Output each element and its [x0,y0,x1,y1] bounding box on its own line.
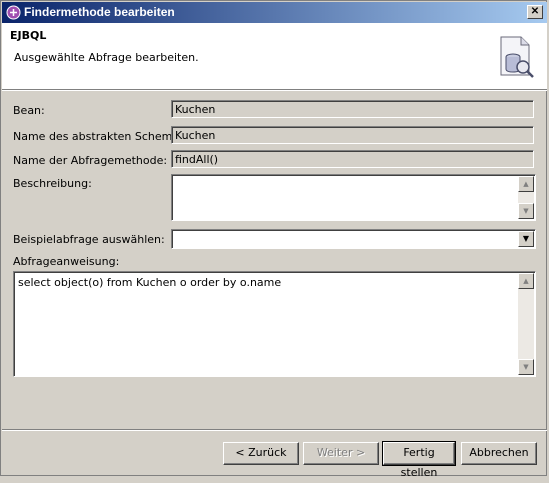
statement-textarea[interactable]: select object(o) from Kuchen o order by … [13,271,536,377]
back-button[interactable]: < Zurück [223,442,299,465]
wizard-app-icon [6,5,21,20]
method-field: findAll() [171,150,534,168]
sample-query-combo[interactable]: ▼ [171,229,536,249]
description-textarea[interactable]: ▲ ▼ [171,174,536,221]
close-button[interactable]: ✕ [527,5,543,19]
statement-scrollbar[interactable]: ▲ ▼ [518,273,534,375]
footer-separator [2,429,547,431]
scroll-down-button[interactable]: ▼ [518,203,534,219]
description-label: Beschreibung: [13,177,92,190]
header-description: Ausgewählte Abfrage bearbeiten. [14,51,199,64]
next-button[interactable]: Weiter > [303,442,379,465]
wizard-header: EJBQL Ausgewählte Abfrage bearbeiten. [2,23,547,89]
chevron-down-icon[interactable]: ▼ [518,231,534,247]
title-bar[interactable]: Findermethode bearbeiten ✕ [2,2,547,23]
scroll-down-button[interactable]: ▼ [518,359,534,375]
window-title: Findermethode bearbeiten [24,5,175,19]
cancel-button[interactable]: Abbrechen [461,442,537,465]
query-document-icon [500,36,534,78]
schema-field: Kuchen [171,126,534,144]
statement-label: Abfrageanweisung: [13,255,120,268]
scroll-up-button[interactable]: ▲ [518,176,534,192]
header-title: EJBQL [10,29,47,42]
bean-label: Bean: [13,104,45,117]
schema-label: Name des abstrakten Schemas: [13,130,189,143]
finish-button[interactable]: Fertig stellen [382,441,456,479]
sample-query-label: Beispielabfrage auswählen: [13,233,165,246]
bean-field: Kuchen [171,100,534,118]
method-label: Name der Abfragemethode: [13,154,168,167]
description-scrollbar[interactable]: ▲ ▼ [518,176,534,219]
scroll-up-button[interactable]: ▲ [518,273,534,289]
header-separator [2,89,547,91]
statement-text[interactable]: select object(o) from Kuchen o order by … [18,276,281,289]
dialog-window: Findermethode bearbeiten ✕ EJBQL Ausgewä… [0,0,547,479]
